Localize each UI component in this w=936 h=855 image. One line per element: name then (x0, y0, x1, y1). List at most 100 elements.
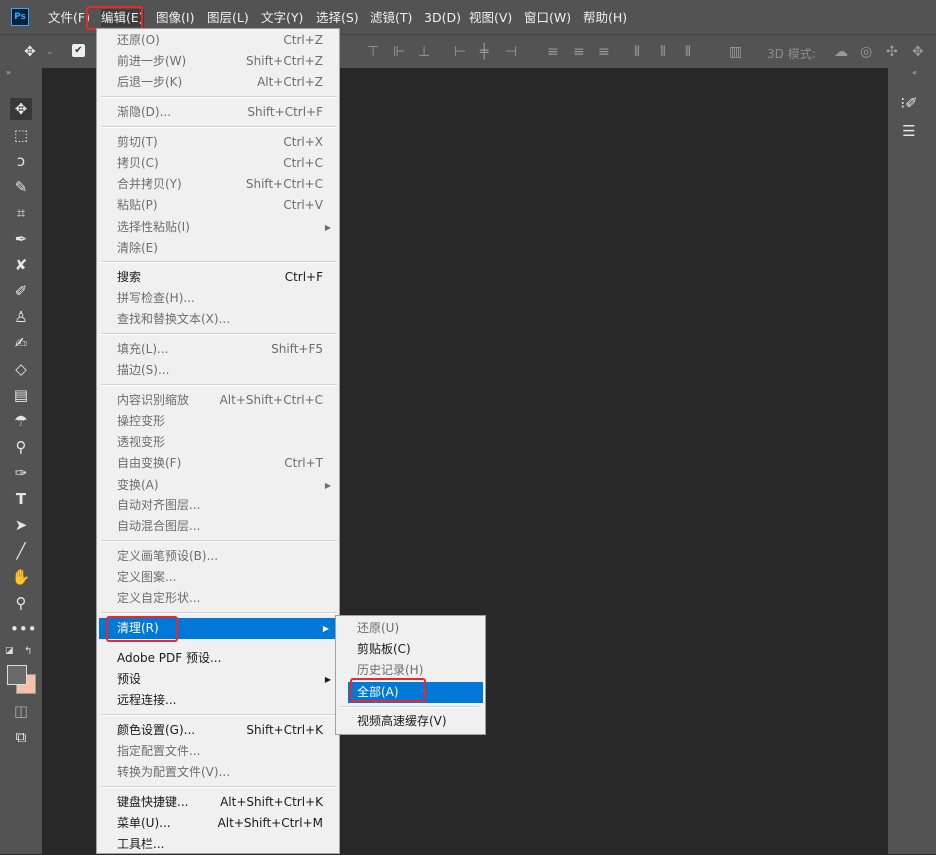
menu-item-copy[interactable]: 拷贝(C) Ctrl+C (97, 153, 339, 174)
menu-item-spell-check[interactable]: 拼写检查(H)... (97, 288, 339, 309)
eyedropper-tool-icon[interactable]: ✒ (10, 228, 32, 250)
submenu-item-all[interactable]: 全部(A) (348, 682, 483, 703)
menu-item-adobe-pdf-presets[interactable]: Adobe PDF 预设... (97, 648, 339, 669)
menu-item-menus[interactable]: 菜单(U)... Alt+Shift+Ctrl+M (97, 813, 339, 834)
menu-item-find-replace[interactable]: 查找和替换文本(X)... (97, 309, 339, 330)
more-tools-icon[interactable]: ••• (10, 618, 37, 640)
distribute-left-icon[interactable]: ⫴ (634, 44, 640, 60)
menu-item-keyboard-shortcuts[interactable]: 键盘快捷键... Alt+Shift+Ctrl+K (97, 792, 339, 813)
history-brush-tool-icon[interactable]: ✍ (10, 332, 32, 354)
stamp-tool-icon[interactable]: ♙ (10, 306, 32, 328)
collapse-icon[interactable]: » (6, 68, 11, 77)
blur-tool-icon[interactable]: ☂ (10, 410, 32, 432)
menu-item-search[interactable]: 搜索 Ctrl+F (97, 267, 339, 288)
type-tool-icon[interactable]: T (10, 488, 32, 510)
hand-tool-icon[interactable]: ✋ (10, 566, 32, 588)
gradient-tool-icon[interactable]: ▤ (10, 384, 32, 406)
menu-item-step-forward[interactable]: 前进一步(W) Shift+Ctrl+Z (97, 51, 339, 72)
menu-3d[interactable]: 3D(D) (424, 9, 461, 27)
menu-item-step-backward[interactable]: 后退一步(K) Alt+Ctrl+Z (97, 72, 339, 93)
swap-colors-icon[interactable]: ↰ (24, 646, 32, 657)
3d-roll-icon[interactable]: ◎ (860, 44, 872, 60)
pen-tool-icon[interactable]: ✑ (10, 462, 32, 484)
move-tool-icon[interactable]: ✥ (10, 98, 32, 120)
menu-select[interactable]: 选择(S) (316, 9, 359, 27)
menu-item-perspective-warp[interactable]: 透视变形 (97, 432, 339, 453)
menu-item-paste-special[interactable]: 选择性粘贴(I) ▶ (97, 217, 339, 238)
menu-item-purge[interactable]: 清理(R) ▶ (99, 618, 337, 639)
menu-item-content-aware-scale[interactable]: 内容识别缩放 Alt+Shift+Ctrl+C (97, 390, 339, 411)
menu-item-convert-profile[interactable]: 转换为配置文件(V)... (97, 762, 339, 783)
eraser-tool-icon[interactable]: ◇ (10, 358, 32, 380)
distribute-right-icon[interactable]: ⫴ (685, 44, 691, 60)
menu-item-auto-align-layers[interactable]: 自动对齐图层... (97, 495, 339, 516)
menu-item-assign-profile[interactable]: 指定配置文件... (97, 741, 339, 762)
menu-item-copy-merged[interactable]: 合并拷贝(Y) Shift+Ctrl+C (97, 174, 339, 195)
menu-item-undo[interactable]: 还原(O) Ctrl+Z (97, 30, 339, 51)
menu-item-paste[interactable]: 粘贴(P) Ctrl+V (97, 195, 339, 216)
menu-item-fade[interactable]: 渐隐(D)... Shift+Ctrl+F (97, 102, 339, 123)
align-vcenter-icon[interactable]: ⊩ (393, 44, 405, 60)
quick-select-tool-icon[interactable]: ✎ (10, 176, 32, 198)
auto-select-checkbox[interactable]: ✔ (72, 44, 85, 57)
menu-filter[interactable]: 滤镜(T) (370, 9, 412, 27)
quick-mask-icon[interactable]: ◫ (10, 700, 32, 722)
menu-item-toolbar[interactable]: 工具栏... (97, 834, 339, 855)
crop-tool-icon[interactable]: ⌗ (10, 202, 32, 224)
auto-align-icon[interactable]: ▥ (729, 44, 742, 60)
collapse-icon[interactable]: « (912, 68, 917, 77)
menu-item-clear[interactable]: 清除(E) (97, 238, 339, 259)
brush-settings-icon[interactable]: ⁝✐ (896, 92, 922, 114)
default-colors-icon[interactable]: ◪ (5, 646, 14, 656)
healing-tool-icon[interactable]: ✘ (10, 254, 32, 276)
menu-file[interactable]: 文件(F) (48, 9, 90, 27)
distribute-vcenter-icon[interactable]: ≡ (573, 44, 585, 60)
submenu-item-histories[interactable]: 历史记录(H) (336, 660, 485, 681)
menu-type[interactable]: 文字(Y) (261, 9, 303, 27)
align-left-icon[interactable]: ⊢ (454, 44, 466, 60)
menu-edit[interactable]: 编辑(E) (101, 9, 144, 27)
align-top-icon[interactable]: ⊤ (367, 44, 379, 60)
menu-item-define-brush[interactable]: 定义画笔预设(B)... (97, 546, 339, 567)
distribute-hcenter-icon[interactable]: ⫴ (660, 44, 666, 60)
path-select-tool-icon[interactable]: ➤ (10, 514, 32, 536)
3d-pan-icon[interactable]: ✣ (886, 44, 898, 60)
submenu-item-undo[interactable]: 还原(U) (336, 618, 485, 639)
dodge-tool-icon[interactable]: ⚲ (10, 436, 32, 458)
screen-mode-icon[interactable]: ⧉ (10, 726, 32, 748)
menu-item-presets[interactable]: 预设 ▶ (97, 669, 339, 690)
marquee-tool-icon[interactable]: ⬚ (10, 124, 32, 146)
menu-item-color-settings[interactable]: 颜色设置(G)... Shift+Ctrl+K (97, 720, 339, 741)
3d-slide-icon[interactable]: ✥ (912, 44, 924, 60)
line-tool-icon[interactable]: ╱ (10, 540, 32, 562)
menu-help[interactable]: 帮助(H) (583, 9, 627, 27)
lasso-tool-icon[interactable]: ↄ (10, 150, 32, 172)
adjustments-icon[interactable]: ☰ (896, 120, 922, 142)
foreground-color-swatch[interactable] (7, 665, 27, 685)
menu-item-fill[interactable]: 填充(L)... Shift+F5 (97, 339, 339, 360)
submenu-item-video-cache[interactable]: 视频高速缓存(V) (336, 711, 485, 732)
menu-item-remote-connections[interactable]: 远程连接... (97, 690, 339, 711)
align-bottom-icon[interactable]: ⊥ (418, 44, 430, 60)
align-hcenter-icon[interactable]: ╪ (480, 44, 488, 60)
menu-image[interactable]: 图像(I) (156, 9, 194, 27)
submenu-item-clipboard[interactable]: 剪贴板(C) (336, 639, 485, 660)
menu-item-puppet-warp[interactable]: 操控变形 (97, 411, 339, 432)
menu-layer[interactable]: 图层(L) (207, 9, 249, 27)
move-icon[interactable]: ✥ (24, 44, 36, 60)
brush-tool-icon[interactable]: ✐ (10, 280, 32, 302)
distribute-top-icon[interactable]: ≡ (547, 44, 559, 60)
menu-item-define-custom-shape[interactable]: 定义自定形状... (97, 588, 339, 609)
menu-item-stroke[interactable]: 描边(S)... (97, 360, 339, 381)
3d-orbit-icon[interactable]: ☁ (834, 44, 848, 60)
zoom-tool-icon[interactable]: ⚲ (10, 592, 32, 614)
chevron-down-icon[interactable]: ⌄ (46, 44, 54, 60)
menu-item-auto-blend-layers[interactable]: 自动混合图层... (97, 516, 339, 537)
menu-view[interactable]: 视图(V) (469, 9, 512, 27)
align-right-icon[interactable]: ⊣ (505, 44, 517, 60)
menu-item-define-pattern[interactable]: 定义图案... (97, 567, 339, 588)
distribute-bottom-icon[interactable]: ≡ (598, 44, 610, 60)
menu-window[interactable]: 窗口(W) (524, 9, 571, 27)
menu-item-transform[interactable]: 变换(A) ▶ (97, 475, 339, 496)
menu-item-free-transform[interactable]: 自由变换(F) Ctrl+T (97, 453, 339, 474)
